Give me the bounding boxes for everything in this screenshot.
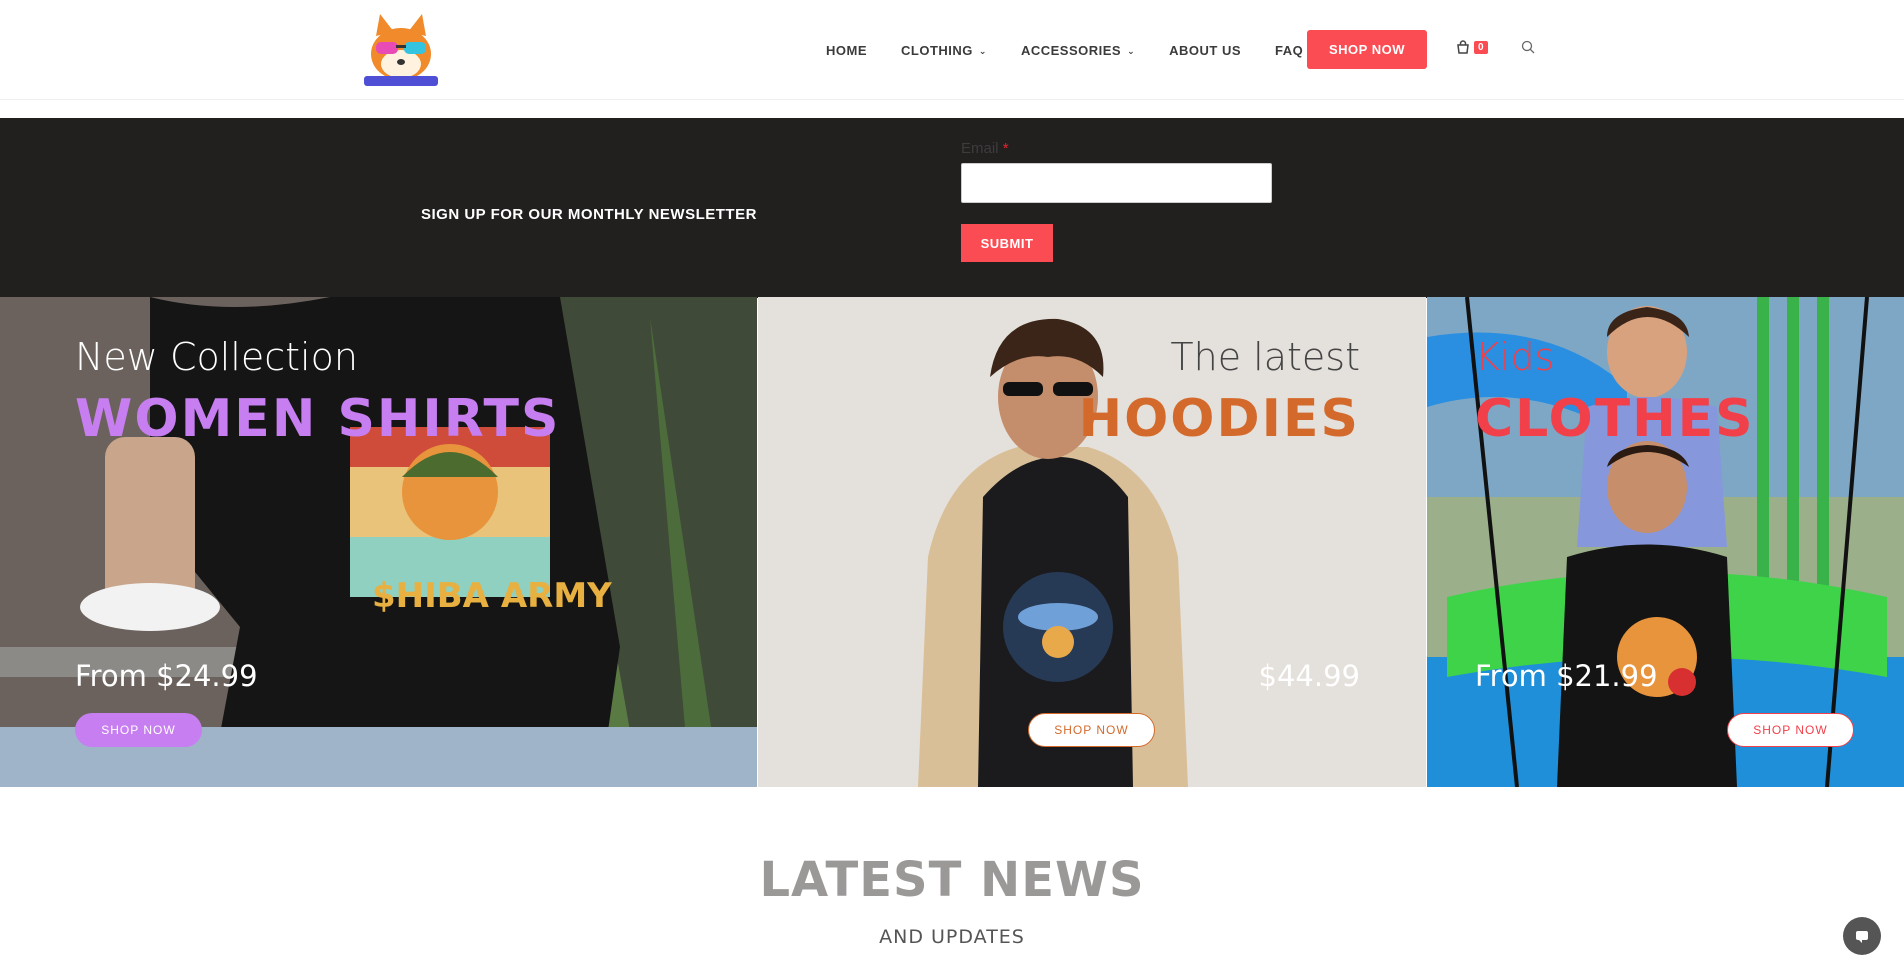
promo-price: From $24.99 [75,659,258,693]
svg-text:$HIBA ARMY: $HIBA ARMY [372,576,612,616]
shop-hoodies-button[interactable]: SHOP NOW [1028,713,1155,747]
chevron-down-icon: ⌄ [1127,45,1136,56]
nav-accessories[interactable]: ACCESSORIES ⌄ [1021,43,1135,58]
promo-kids-clothes[interactable]: Kids CLOTHES From $21.99 SHOP NOW [1427,297,1904,787]
shopping-bag-icon [1457,40,1469,54]
scroll-to-top-button[interactable] [1843,917,1881,955]
email-label-text: Email [961,140,999,157]
newsletter-section: SIGN UP FOR OUR MONTHLY NEWSLETTER Email… [0,118,1904,298]
search-button[interactable] [1521,40,1535,59]
chevron-down-icon: ⌄ [978,45,987,56]
promo-women-shirts[interactable]: $HIBA ARMY New Collection WOMEN SHIRTS F… [0,297,757,787]
header-shop-now-button[interactable]: SHOP NOW [1307,30,1427,69]
submit-button[interactable]: SUBMIT [961,224,1053,262]
newsletter-title: SIGN UP FOR OUR MONTHLY NEWSLETTER [421,206,757,223]
nav-home[interactable]: HOME [826,43,867,58]
promo-title: WOMEN SHIRTS [75,389,561,449]
promo-price: From $21.99 [1475,659,1658,693]
shop-women-shirts-button[interactable]: SHOP NOW [75,713,202,747]
promo-title: CLOTHES [1475,389,1755,449]
email-field[interactable] [961,163,1272,203]
promo-title: HOODIES [1078,389,1360,449]
nav-faq-label: FAQ [1275,42,1304,58]
required-asterisk: * [1002,140,1009,157]
promo-subtitle: New Collection [75,335,358,379]
shiba-logo[interactable] [358,12,444,88]
promo-subtitle: The latest [1170,335,1360,379]
nav-clothing-label: CLOTHING [901,42,973,58]
promo-price: $44.99 [1258,659,1360,693]
latest-news-heading: LATEST NEWS [759,852,1145,908]
nav-home-label: HOME [826,42,867,58]
site-header: HOME CLOTHING ⌄ ACCESSORIES ⌄ ABOUT US FAQ… [0,0,1904,100]
promo-hoodies[interactable]: The latest HOODIES $44.99 SHOP NOW [758,297,1426,787]
main-nav: HOME CLOTHING ⌄ ACCESSORIES ⌄ ABOUT US FAQ [826,30,1337,70]
shop-kids-clothes-button[interactable]: SHOP NOW [1727,713,1854,747]
latest-news-subheading: AND UPDATES [879,926,1025,948]
nav-faq[interactable]: FAQ [1275,43,1303,58]
nav-about-label: ABOUT US [1169,42,1242,58]
nav-about-us[interactable]: ABOUT US [1169,43,1241,58]
cart-count-badge: 0 [1474,40,1488,54]
promo-subtitle: Kids [1475,335,1555,379]
nav-accessories-label: ACCESSORIES [1020,42,1122,58]
email-label: Email * [961,140,1009,157]
shiba-dog-icon [364,14,438,86]
nav-clothing[interactable]: CLOTHING ⌄ [901,43,987,58]
chat-icon [1856,931,1868,943]
cart-button[interactable]: 0 [1456,40,1488,54]
search-icon [1521,40,1535,54]
